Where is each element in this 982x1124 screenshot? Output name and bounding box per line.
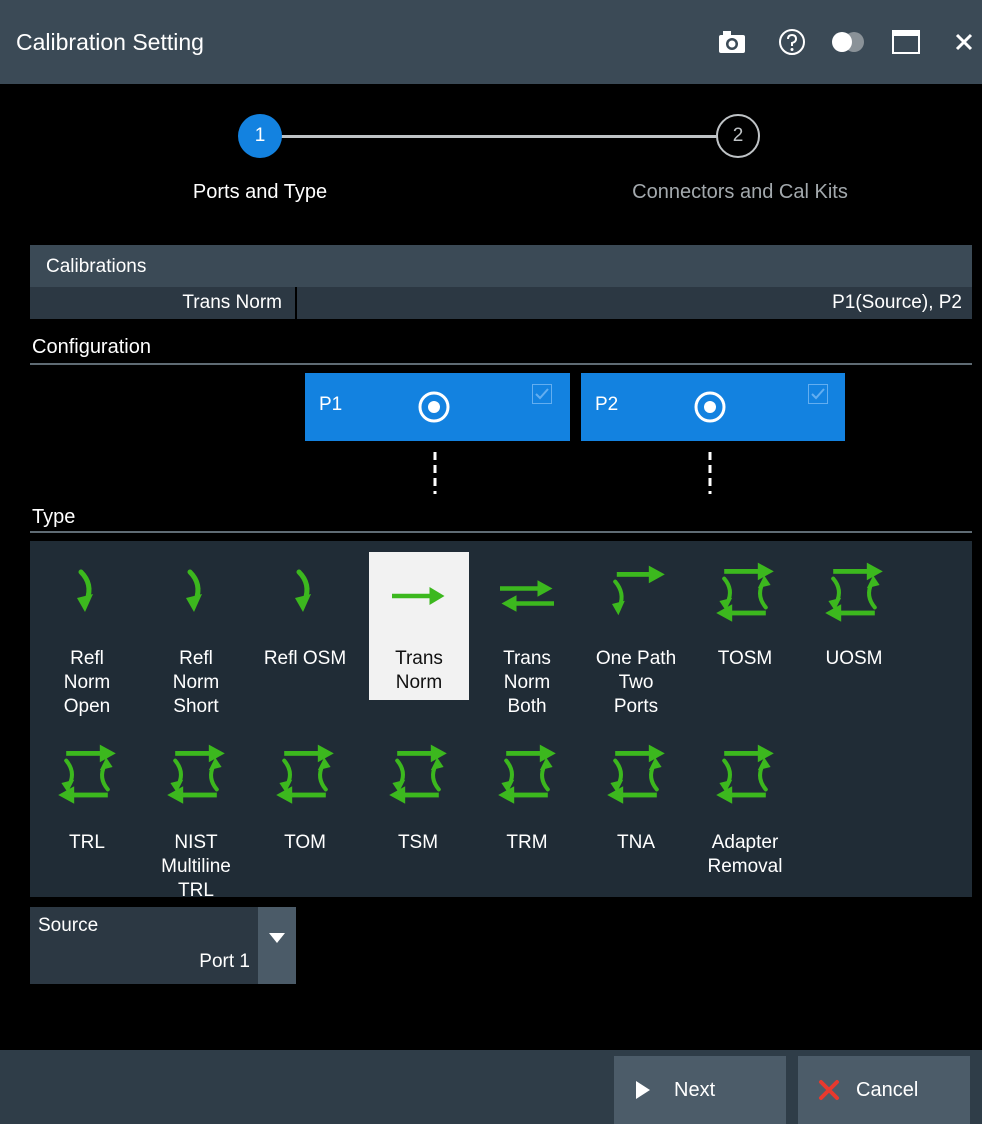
type-label-trans-norm-both: Trans Norm Both: [503, 648, 551, 717]
configuration-divider: [30, 363, 972, 365]
type-adapter-removal[interactable]: Adapter Removal: [696, 738, 794, 888]
column-divider: [295, 287, 297, 319]
type-trm[interactable]: TRM: [478, 738, 576, 888]
port-p1-radio-icon[interactable]: [417, 390, 451, 424]
bidirectional-arrow-icon: [497, 576, 557, 616]
calibration-ports-cell: P1(Source), P2: [832, 292, 962, 313]
port-p1-tile[interactable]: P1: [305, 373, 570, 441]
source-select[interactable]: Source Port 1: [30, 907, 258, 984]
play-icon: [636, 1081, 650, 1099]
type-nist-multiline-trl[interactable]: NIST Multiline TRL: [147, 738, 245, 901]
type-label-tsm: TSM: [397, 832, 439, 853]
cancel-x-icon: [819, 1080, 839, 1100]
type-trl[interactable]: TRL: [38, 738, 136, 888]
check-icon: [811, 388, 825, 400]
chevron-down-icon: [269, 933, 285, 943]
toggle-icon[interactable]: [828, 22, 868, 62]
port-p2-connector-line: [708, 452, 712, 494]
help-icon[interactable]: [772, 22, 812, 62]
step-1-indicator[interactable]: 1: [238, 114, 282, 158]
type-label-adapter-removal: Adapter Removal: [707, 832, 783, 877]
full-two-port-icon: [386, 738, 450, 812]
stepper-connector: [262, 135, 740, 138]
port-p1-label: P1: [319, 394, 343, 415]
camera-icon[interactable]: [712, 22, 752, 62]
source-label: Source: [38, 915, 99, 936]
cancel-button-label: Cancel: [856, 1078, 919, 1101]
trans-arrow-icon: [389, 576, 449, 616]
step-2-number: 2: [732, 125, 744, 146]
type-label-uosm: UOSM: [825, 648, 883, 669]
source-dropdown-button[interactable]: [258, 907, 296, 984]
type-divider: [30, 531, 972, 533]
cancel-button[interactable]: Cancel: [798, 1056, 970, 1124]
type-label-trl: TRL: [69, 832, 105, 853]
type-tna[interactable]: TNA: [587, 738, 685, 888]
refl-arrow-icon: [176, 562, 216, 622]
step-1-number: 1: [254, 125, 266, 146]
type-label-refl-norm-open: Refl Norm Open: [63, 648, 111, 717]
full-two-port-icon: [495, 738, 559, 812]
calibration-type-cell: Trans Norm: [182, 292, 282, 313]
type-trans-norm-both[interactable]: Trans Norm Both: [478, 552, 576, 732]
maximize-icon[interactable]: [886, 22, 926, 62]
full-two-port-icon: [273, 738, 337, 812]
type-tsm[interactable]: TSM: [369, 738, 467, 888]
full-two-port-icon: [822, 556, 886, 630]
source-value: Port 1: [199, 951, 250, 972]
calibrations-title: Calibrations: [46, 256, 147, 277]
configuration-label: Configuration: [32, 336, 151, 358]
type-label-refl-norm-short: Refl Norm Short: [172, 648, 220, 717]
type-label-refl-osm: Refl OSM: [263, 648, 347, 669]
type-label-tna: TNA: [617, 832, 655, 853]
full-two-port-icon: [713, 738, 777, 812]
close-icon[interactable]: [944, 22, 982, 62]
refl-arrow-icon: [67, 562, 107, 622]
type-label-trm: TRM: [506, 832, 548, 853]
type-tom[interactable]: TOM: [256, 738, 354, 888]
step-2-label: Connectors and Cal Kits: [632, 181, 848, 203]
port-p2-radio-icon[interactable]: [693, 390, 727, 424]
window-title: Calibration Setting: [16, 29, 204, 55]
type-refl-norm-short[interactable]: Refl Norm Short: [147, 552, 245, 732]
full-two-port-icon: [713, 556, 777, 630]
calibrations-header: Calibrations: [30, 245, 972, 287]
next-button[interactable]: Next: [614, 1056, 786, 1124]
type-label-tosm: TOSM: [717, 648, 773, 669]
full-two-port-icon: [164, 738, 228, 812]
type-trans-norm[interactable]: Trans Norm: [369, 552, 469, 700]
type-label-tom: TOM: [284, 832, 326, 853]
type-label-one-path-two-ports: One Path Two Ports: [595, 648, 677, 717]
one-path-arrow-icon: [604, 562, 668, 622]
type-one-path-two-ports[interactable]: One Path Two Ports: [587, 552, 685, 732]
check-icon: [535, 388, 549, 400]
calibrations-row[interactable]: Trans Norm P1(Source), P2: [30, 287, 972, 319]
type-uosm[interactable]: UOSM: [805, 552, 903, 732]
port-p2-checkbox[interactable]: [808, 384, 828, 404]
step-1-label: Ports and Type: [192, 181, 328, 203]
full-two-port-icon: [55, 738, 119, 812]
port-p2-tile[interactable]: P2: [581, 373, 845, 441]
type-label: Type: [32, 506, 76, 528]
refl-arrow-icon: [285, 562, 325, 622]
type-refl-osm[interactable]: Refl OSM: [256, 552, 354, 732]
type-tosm[interactable]: TOSM: [696, 552, 794, 732]
port-p1-checkbox[interactable]: [532, 384, 552, 404]
port-p1-connector-line: [433, 452, 437, 494]
full-two-port-icon: [604, 738, 668, 812]
type-refl-norm-open[interactable]: Refl Norm Open: [38, 552, 136, 732]
next-button-label: Next: [674, 1078, 716, 1101]
port-p2-label: P2: [595, 394, 619, 415]
step-2-indicator[interactable]: 2: [716, 114, 760, 158]
type-label-trans-norm: Trans Norm: [395, 648, 443, 693]
type-label-nist-multiline-trl: NIST Multiline TRL: [161, 832, 231, 901]
